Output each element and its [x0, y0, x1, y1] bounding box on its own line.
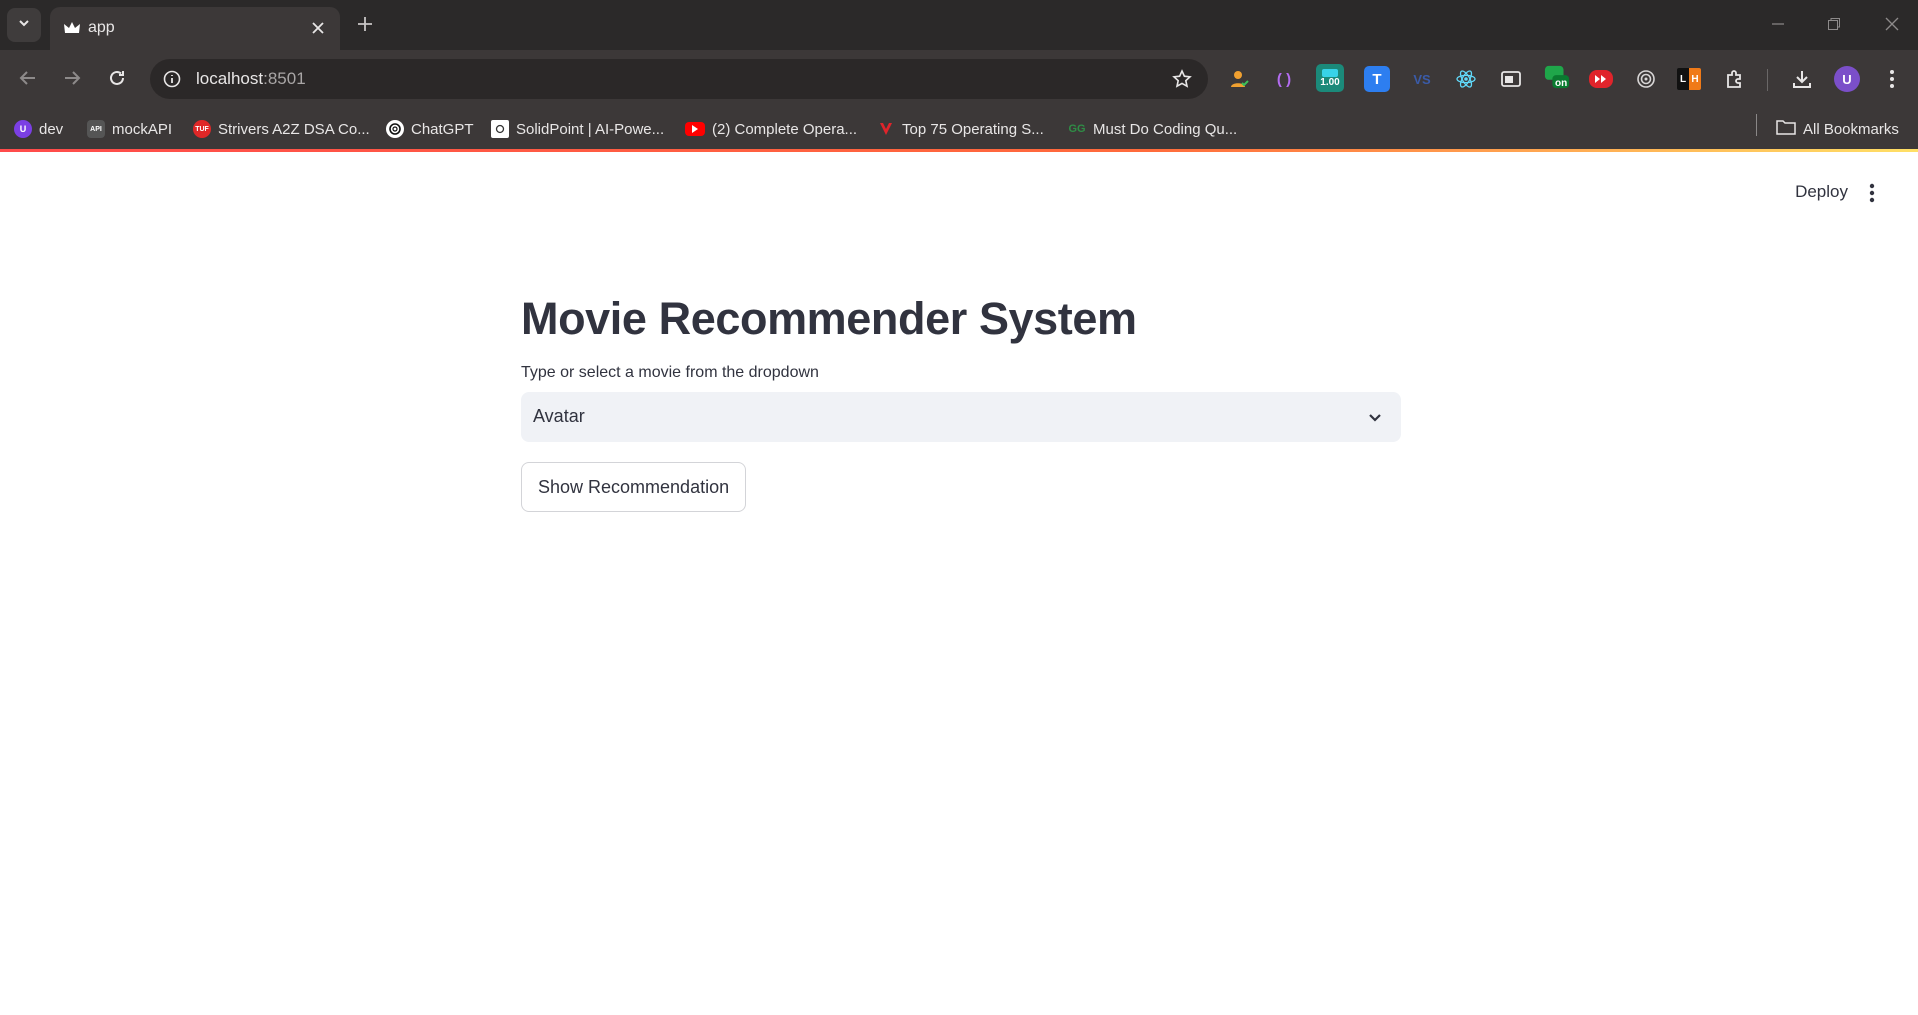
extension-counter-badge: 1.00	[1320, 76, 1340, 88]
extension-lh-icon[interactable]: LH	[1677, 68, 1701, 90]
restore-button[interactable]	[1814, 8, 1854, 40]
toolbar-divider	[1767, 69, 1768, 91]
forward-button[interactable]	[56, 62, 88, 94]
extension-vs-icon[interactable]: VS	[1409, 66, 1435, 92]
extension-fastforward-icon[interactable]	[1588, 66, 1614, 92]
bookmark-youtube[interactable]: (2) Complete Opera...	[685, 116, 857, 142]
back-button[interactable]	[12, 62, 44, 94]
movie-select-label: Type or select a movie from the dropdown	[521, 364, 819, 381]
extension-t-icon[interactable]: T	[1364, 66, 1390, 92]
solidpoint-icon	[491, 120, 509, 138]
bookmark-dev[interactable]: U dev	[14, 116, 63, 142]
bookmarks-divider	[1756, 114, 1757, 136]
reload-button[interactable]	[101, 62, 133, 94]
chevron-down-icon	[17, 16, 31, 35]
dev-icon: U	[14, 120, 32, 138]
extension-person-icon[interactable]	[1226, 66, 1252, 92]
extension-counter-top-icon	[1322, 68, 1338, 77]
minimize-button[interactable]	[1758, 8, 1798, 40]
app-menu-icon[interactable]	[1862, 180, 1882, 206]
bookmark-label: Strivers A2Z DSA Co...	[218, 120, 370, 138]
page-title: Movie Recommender System	[521, 293, 1137, 344]
bookmark-label: dev	[39, 120, 64, 138]
deploy-button[interactable]: Deploy	[1795, 182, 1848, 202]
app-header: Deploy	[0, 152, 1918, 240]
bookmark-chatgpt[interactable]: ChatGPT	[386, 116, 474, 142]
close-tab-icon[interactable]	[306, 16, 330, 40]
gfg-icon: GG	[1068, 123, 1086, 135]
extension-chat-on-icon[interactable]: on	[1544, 64, 1570, 90]
react-devtools-icon[interactable]	[1453, 66, 1479, 92]
chatgpt-icon	[386, 120, 404, 138]
close-window-button[interactable]	[1872, 8, 1912, 40]
new-tab-button[interactable]	[351, 10, 379, 38]
youtube-icon	[685, 122, 705, 136]
main-content: Movie Recommender System Type or select …	[521, 290, 1401, 512]
bookmark-label: ChatGPT	[411, 120, 474, 138]
bookmarks-bar: U dev API mockAPI TUF Strivers A2Z DSA C…	[0, 107, 1918, 152]
bookmark-star-icon[interactable]	[1170, 67, 1194, 91]
browser-toolbar: localhost:8501 ( ) 1.00 T VS on LH U	[0, 50, 1918, 107]
url-port: :8501	[263, 69, 306, 88]
folder-icon	[1776, 118, 1796, 140]
bookmark-mockapi[interactable]: API mockAPI	[87, 116, 172, 142]
movie-select[interactable]: Avatar	[521, 392, 1401, 442]
url-host: localhost	[196, 69, 264, 88]
tab-title: app	[88, 19, 115, 36]
bookmark-label: mockAPI	[112, 120, 173, 138]
lh-right-icon: H	[1689, 68, 1701, 90]
tab-strip: app	[0, 0, 1918, 50]
bookmark-strivers[interactable]: TUF Strivers A2Z DSA Co...	[193, 116, 370, 142]
bookmark-label: Must Do Coding Qu...	[1093, 120, 1238, 138]
v-icon	[877, 120, 895, 138]
extension-on-badge: on	[1555, 78, 1568, 89]
extension-counter-icon[interactable]: 1.00	[1316, 64, 1344, 92]
site-info-icon[interactable]	[160, 67, 184, 91]
all-bookmarks[interactable]: All Bookmarks	[1776, 116, 1899, 142]
download-icon[interactable]	[1789, 66, 1815, 92]
streamlit-crown-icon	[62, 18, 82, 38]
active-tab[interactable]: app	[50, 7, 340, 50]
bookmark-mustdo[interactable]: GG Must Do Coding Qu...	[1068, 116, 1237, 142]
chevron-down-icon[interactable]	[1363, 405, 1387, 429]
tuf-icon: TUF	[193, 120, 211, 138]
bookmark-label: Top 75 Operating S...	[902, 120, 1044, 138]
url-text[interactable]: localhost:8501	[196, 69, 306, 89]
mockapi-icon: API	[87, 120, 105, 138]
tab-search-button[interactable]	[7, 8, 41, 42]
extension-window-icon[interactable]	[1498, 66, 1524, 92]
profile-avatar[interactable]: U	[1834, 66, 1860, 92]
address-bar[interactable]: localhost:8501	[150, 59, 1208, 99]
extensions-puzzle-icon[interactable]	[1722, 66, 1748, 92]
movie-select-value: Avatar	[533, 406, 585, 426]
extension-target-icon[interactable]	[1633, 66, 1659, 92]
show-recommendation-button[interactable]: Show Recommendation	[521, 462, 747, 512]
bookmark-solidpoint[interactable]: SolidPoint | AI-Powe...	[491, 116, 664, 142]
browser-menu-icon[interactable]	[1879, 66, 1905, 92]
extension-brackets-icon[interactable]: ( )	[1271, 66, 1297, 92]
bookmark-label: SolidPoint | AI-Powe...	[516, 120, 665, 138]
lh-left-icon: L	[1677, 68, 1689, 90]
bookmark-top75[interactable]: Top 75 Operating S...	[877, 116, 1044, 142]
all-bookmarks-label: All Bookmarks	[1803, 120, 1899, 138]
bookmark-label: (2) Complete Opera...	[712, 120, 858, 138]
